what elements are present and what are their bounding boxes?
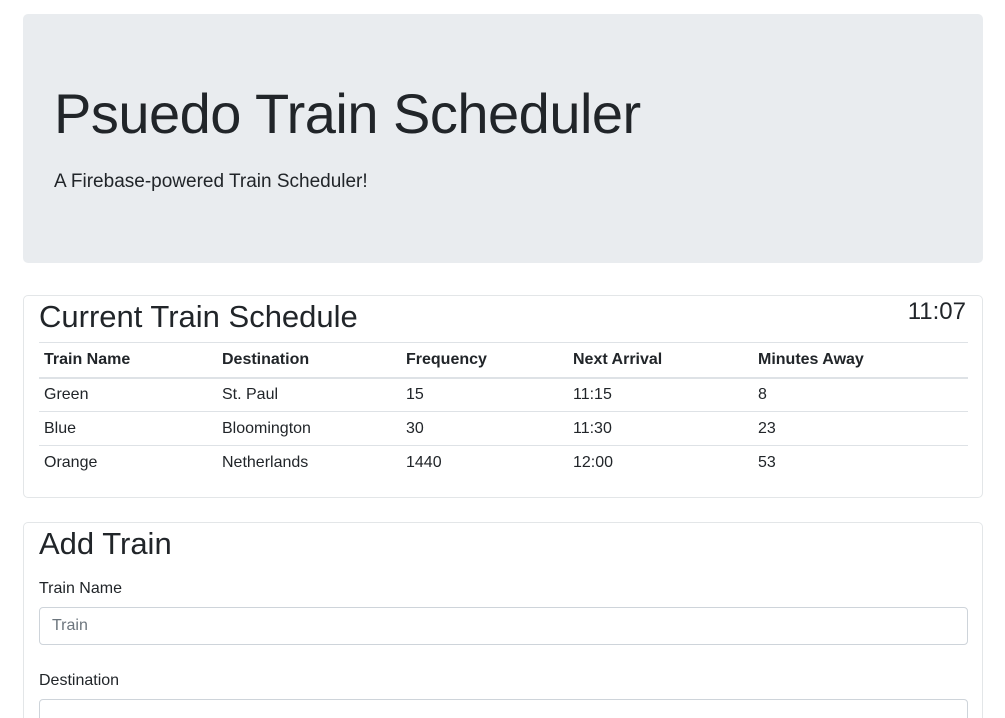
table-row: Blue Bloomington 30 11:30 23: [39, 411, 968, 446]
cell-minutes-away: 8: [758, 385, 767, 403]
add-train-card: Add Train Train Name Destination: [23, 522, 983, 718]
cell-train-name: Blue: [39, 411, 217, 446]
cell-next-arrival: 12:00: [568, 445, 753, 480]
page-subtitle: A Firebase-powered Train Scheduler!: [54, 171, 368, 192]
train-name-label: Train Name: [39, 580, 122, 597]
table-row: Orange Netherlands 1440 12:00 53: [39, 445, 968, 480]
cell-destination: Bloomington: [217, 411, 401, 446]
column-header-minutes-away: Minutes Away: [753, 342, 968, 379]
column-header-train-name: Train Name: [39, 342, 217, 379]
destination-input[interactable]: [39, 699, 968, 718]
jumbotron: Psuedo Train Scheduler A Firebase-powere…: [23, 14, 983, 263]
cell-destination: St. Paul: [222, 385, 279, 403]
train-name-input[interactable]: [39, 607, 968, 645]
add-train-heading: Add Train: [39, 526, 172, 561]
cell-frequency: 30: [401, 411, 568, 446]
cell-destination: Netherlands: [217, 445, 401, 480]
table-row: Green St. Paul 15 11:15 8: [39, 378, 968, 412]
cell-train-name: Green: [44, 385, 89, 403]
train-schedule-table: Train Name Destination Frequency Next Ar…: [39, 342, 968, 480]
table-header-row: Train Name Destination Frequency Next Ar…: [39, 342, 968, 379]
destination-label: Destination: [39, 672, 120, 689]
cell-frequency: 1440: [401, 445, 568, 480]
column-header-frequency: Frequency: [401, 342, 568, 379]
schedule-heading: Current Train Schedule: [39, 299, 358, 334]
current-time: 11:07: [907, 298, 966, 325]
cell-next-arrival: 11:15: [573, 385, 612, 403]
cell-next-arrival: 11:30: [568, 411, 753, 446]
page-title: Psuedo Train Scheduler: [54, 82, 641, 145]
page: Psuedo Train Scheduler A Firebase-powere…: [0, 0, 1005, 718]
cell-minutes-away: 53: [753, 445, 968, 480]
column-header-next-arrival: Next Arrival: [568, 342, 753, 379]
schedule-card: Current Train Schedule 11:07 Train Name …: [23, 295, 983, 498]
cell-minutes-away: 23: [753, 411, 968, 446]
cell-train-name: Orange: [39, 445, 217, 480]
cell-frequency: 15: [406, 385, 424, 403]
column-header-destination: Destination: [217, 342, 401, 379]
